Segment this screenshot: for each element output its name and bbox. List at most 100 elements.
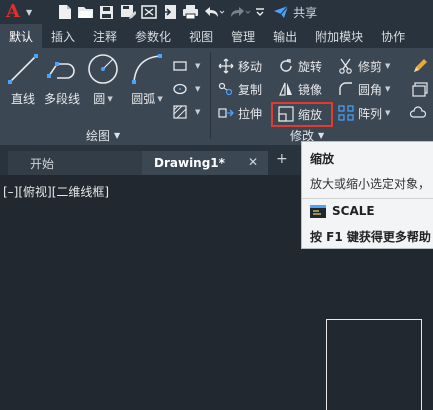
close-tab-icon[interactable]: ✕ bbox=[248, 155, 258, 169]
tab-annotate[interactable]: 注释 bbox=[84, 24, 126, 48]
arc-button[interactable]: 圆弧 ▼ bbox=[130, 52, 164, 107]
fillet-label: 圆角 bbox=[358, 82, 383, 97]
draw-panel-title-label: 绘图 bbox=[86, 129, 111, 143]
scale-highlight-box bbox=[271, 102, 333, 127]
tooltip-command: SCALE bbox=[310, 204, 375, 218]
start-tab[interactable]: 开始 bbox=[8, 151, 144, 175]
line-button[interactable]: 直线 bbox=[6, 52, 40, 107]
tooltip-title: 缩放 bbox=[310, 152, 335, 166]
mirror-icon bbox=[279, 82, 292, 96]
move-button[interactable]: 移动 bbox=[218, 56, 262, 76]
arc-label: 圆弧 bbox=[131, 92, 156, 106]
draw-panel-title[interactable]: 绘图 ▼ bbox=[86, 127, 120, 144]
stretch-label: 拉伸 bbox=[238, 106, 263, 121]
rectangle-button[interactable]: ▼ bbox=[172, 56, 200, 76]
save-as-icon[interactable] bbox=[117, 1, 138, 23]
array-icon bbox=[338, 105, 354, 121]
array-dropdown-icon[interactable]: ▼ bbox=[385, 109, 390, 117]
trim-button[interactable]: 修剪 ▼ bbox=[338, 56, 390, 76]
open-folder-icon[interactable] bbox=[75, 1, 96, 23]
tab-manage[interactable]: 管理 bbox=[222, 24, 264, 48]
viewport-controls[interactable]: [–][俯视][二维线框] bbox=[3, 183, 109, 200]
hatch-dropdown-icon[interactable]: ▼ bbox=[195, 108, 200, 116]
web-mobile-icon[interactable] bbox=[138, 1, 159, 23]
tab-collaborate[interactable]: 协作 bbox=[372, 24, 414, 48]
fillet-icon bbox=[339, 82, 352, 95]
app-logo[interactable]: A bbox=[2, 1, 24, 23]
trim-icon bbox=[339, 58, 352, 74]
send-icon bbox=[274, 5, 289, 18]
draw-panel-expand-icon: ▼ bbox=[114, 131, 121, 140]
tooltip-command-name: SCALE bbox=[332, 204, 375, 218]
more-icon[interactable] bbox=[253, 1, 267, 23]
panel-divider bbox=[210, 52, 211, 139]
command-line-icon bbox=[310, 204, 326, 218]
undo-icon[interactable] bbox=[201, 1, 227, 23]
save-icon[interactable] bbox=[96, 1, 117, 23]
tab-output[interactable]: 输出 bbox=[264, 24, 306, 48]
import-icon[interactable] bbox=[159, 1, 180, 23]
polyline-icon bbox=[47, 62, 75, 79]
circle-dropdown-icon[interactable]: ▼ bbox=[107, 95, 112, 103]
erase-button[interactable] bbox=[410, 103, 430, 123]
new-file-icon[interactable] bbox=[54, 1, 75, 23]
tab-addins[interactable]: 附加模块 bbox=[306, 24, 372, 48]
app-logo-letter: A bbox=[6, 1, 20, 22]
ellipse-icon bbox=[173, 83, 187, 95]
drawing-tab-label: Drawing1* bbox=[154, 156, 225, 170]
scale-tooltip: 缩放 放大或缩小选定对象， SCALE 按 F1 键获得更多帮助 bbox=[301, 141, 433, 249]
trim-label: 修剪 bbox=[358, 59, 383, 74]
ellipse-dropdown-icon[interactable]: ▼ bbox=[195, 85, 200, 93]
rectangle-icon bbox=[173, 61, 187, 71]
copy-button[interactable]: 复制 bbox=[218, 79, 262, 99]
circle-icon bbox=[88, 54, 118, 84]
tab-view[interactable]: 视图 bbox=[180, 24, 222, 48]
new-tab-icon[interactable]: + bbox=[276, 151, 288, 167]
mirror-label: 镜像 bbox=[298, 82, 323, 97]
tab-default[interactable]: 默认 bbox=[0, 24, 43, 48]
rectangle-dropdown-icon[interactable]: ▼ bbox=[195, 62, 200, 70]
fillet-button[interactable]: 圆角 ▼ bbox=[338, 79, 390, 99]
line-label: 直线 bbox=[10, 92, 35, 106]
stretch-icon bbox=[218, 108, 234, 118]
rotate-button[interactable]: 旋转 bbox=[278, 56, 322, 76]
arc-dropdown-icon[interactable]: ▼ bbox=[157, 95, 162, 103]
hatch-button[interactable]: ▼ bbox=[172, 102, 200, 122]
share-label: 共享 bbox=[293, 5, 318, 20]
mirror-button[interactable]: 镜像 bbox=[278, 79, 322, 99]
rotate-icon bbox=[280, 59, 292, 72]
array-label: 阵列 bbox=[358, 106, 383, 121]
polyline-button[interactable]: 多段线 bbox=[44, 52, 80, 107]
array-button[interactable]: 阵列 ▼ bbox=[338, 103, 390, 123]
stretch-button[interactable]: 拉伸 bbox=[218, 103, 262, 123]
copy-label: 复制 bbox=[238, 82, 263, 97]
drawing-tab[interactable]: Drawing1* ✕ bbox=[142, 151, 268, 175]
rotate-label: 旋转 bbox=[298, 59, 323, 74]
arc-icon bbox=[132, 54, 162, 84]
share-button[interactable]: 共享 bbox=[273, 4, 317, 21]
tooltip-divider bbox=[302, 198, 433, 199]
print-icon[interactable] bbox=[180, 1, 201, 23]
ellipse-button[interactable]: ▼ bbox=[172, 79, 200, 99]
draw-order-button[interactable] bbox=[412, 56, 432, 76]
fillet-dropdown-icon[interactable]: ▼ bbox=[385, 85, 390, 93]
cloud-icon bbox=[410, 106, 426, 118]
start-tab-label: 开始 bbox=[30, 156, 55, 171]
trim-dropdown-icon[interactable]: ▼ bbox=[385, 62, 390, 70]
polyline-label: 多段线 bbox=[44, 92, 81, 106]
drawn-rectangle[interactable] bbox=[326, 319, 422, 410]
tab-parametric[interactable]: 参数化 bbox=[126, 24, 180, 48]
tooltip-help: 按 F1 键获得更多帮助 bbox=[310, 230, 431, 244]
circle-button[interactable]: 圆 ▼ bbox=[86, 52, 120, 107]
move-icon bbox=[218, 58, 234, 74]
move-label: 移动 bbox=[238, 59, 263, 74]
quick-access-toolbar: A ▼ 共享 bbox=[0, 0, 433, 24]
line-icon bbox=[8, 54, 38, 84]
layer-button[interactable] bbox=[412, 79, 432, 99]
layer-icon bbox=[412, 82, 428, 97]
app-menu-caret-icon[interactable]: ▼ bbox=[26, 8, 32, 17]
copy-icon bbox=[218, 82, 233, 96]
tab-insert[interactable]: 插入 bbox=[42, 24, 84, 48]
redo-icon[interactable] bbox=[227, 1, 253, 23]
modify-panel-expand-icon: ▼ bbox=[318, 131, 325, 140]
